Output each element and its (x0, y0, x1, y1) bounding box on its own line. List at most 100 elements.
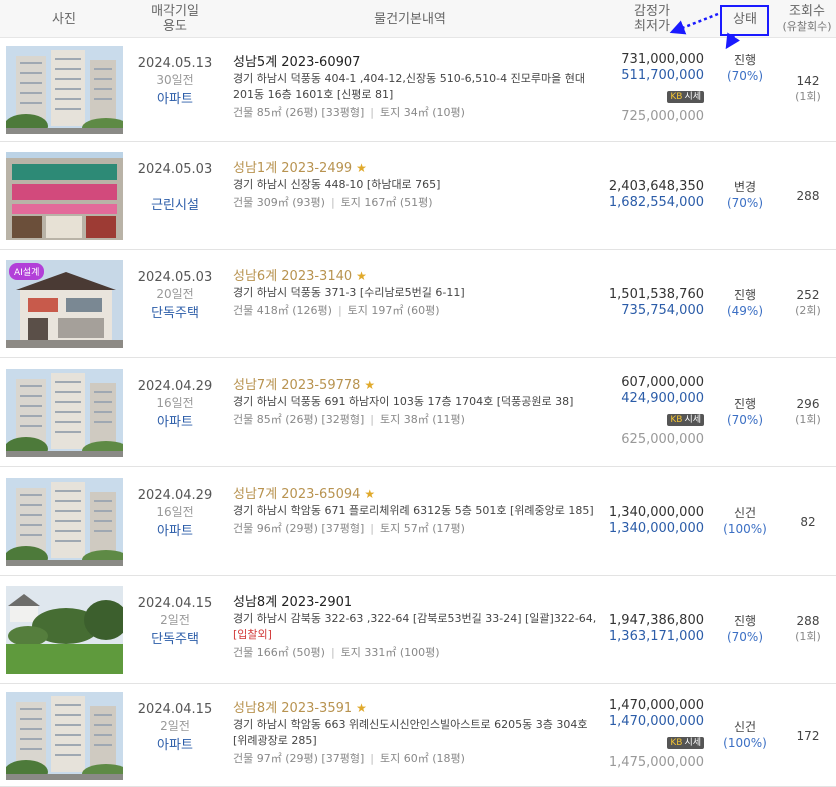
fail-count: (1회) (795, 90, 821, 103)
views-cell: 288 (780, 188, 836, 204)
appraisal-price: 1,470,000,000 (608, 698, 704, 713)
land-area: 토지 60㎡ (18평) (379, 752, 465, 765)
days-ago (128, 178, 222, 194)
address: 경기 하남시 학암동 671 플로리체위례 6312동 5층 501호 [위례중… (233, 504, 594, 517)
case-number-link[interactable]: 성남8계 2023-2901 (233, 594, 598, 611)
table-row[interactable]: 2024.04.15 2일전 단독주택 성남8계 2023-2901 경기 하남시 감북… (0, 576, 836, 684)
status-label: 진행 (733, 397, 757, 411)
market-price: 725,000,000 (621, 109, 704, 124)
appraisal-price: 1,340,000,000 (608, 505, 704, 520)
star-icon: ★ (364, 487, 376, 501)
price-cell: 1,340,000,000 1,340,000,000 (600, 505, 704, 537)
appraisal-price: 607,000,000 (621, 375, 704, 390)
header-views[interactable]: 조회수 (유찰회수) (778, 0, 836, 38)
header-sale-date[interactable]: 매각기일 용도 (128, 0, 222, 38)
table-row[interactable]: 2024.04.29 16일전 아파트 성남7계 2023-65094 ★ 경기 하남시 … (0, 467, 836, 576)
building-area: 건물 97㎡ (29평) [37평형] (233, 752, 365, 765)
case-number-link[interactable]: 성남5계 2023-60907 (233, 54, 598, 71)
days-ago: 20일전 (156, 287, 194, 301)
views-cell: 296 (1회) (780, 396, 836, 428)
address: 경기 하남시 감북동 322-63 ,322-64 [감북로53번길 33-24… (233, 612, 597, 625)
apartment-photo[interactable] (6, 369, 123, 457)
area-info: 건물 166㎡ (50평) | 토지 331㎡ (100평) (233, 646, 440, 659)
land-area: 토지 197㎡ (60평) (347, 304, 440, 317)
sale-date-cell: 2024.04.15 2일전 아파트 (128, 702, 222, 754)
listing-info: 성남8계 2023-2901 경기 하남시 감북동 322-63 ,322-64 … (233, 594, 598, 661)
property-type[interactable]: 아파트 (128, 92, 222, 108)
header-price[interactable]: 감정가 최저가 (600, 0, 704, 38)
building-area: 건물 309㎡ (93평) (233, 196, 325, 209)
status-cell: 진행 (49%) (714, 287, 776, 319)
price-cell: 1,501,538,760 735,754,000 (600, 287, 704, 319)
views-cell: 288 (1회) (780, 613, 836, 645)
apartment-photo[interactable] (6, 478, 123, 566)
table-row[interactable]: 2024.04.15 2일전 아파트 성남8계 2023-3591 ★ 경기 하남시 학암… (0, 684, 836, 787)
view-count: 288 (796, 614, 820, 628)
table-row[interactable]: 2024.04.29 16일전 아파트 성남7계 2023-59778 ★ 경기 하남시 … (0, 358, 836, 467)
market-price: 625,000,000 (621, 432, 704, 447)
sale-date: 2024.04.15 (137, 702, 213, 717)
status-cell: 진행 (70%) (714, 52, 776, 84)
status-cell: 신건 (100%) (714, 505, 776, 537)
price-cell: 1,470,000,000 1,470,000,000 KB 시세 1,475,000,… (600, 698, 704, 771)
case-number-link[interactable]: 성남7계 2023-65094 ★ (233, 486, 598, 503)
sale-date-cell: 2024.04.15 2일전 단독주택 (128, 596, 222, 648)
status-label: 진행 (733, 53, 757, 67)
appraisal-price: 1,501,538,760 (608, 287, 704, 302)
appraisal-price: 731,000,000 (621, 52, 704, 67)
area-info: 건물 418㎡ (126평) | 토지 197㎡ (60평) (233, 304, 440, 317)
price-ratio: (100%) (723, 522, 767, 536)
property-type[interactable]: 아파트 (128, 524, 222, 540)
price-cell: 731,000,000 511,700,000 KB 시세 725,000,000 (600, 52, 704, 125)
property-type[interactable]: 근린시설 (128, 198, 222, 214)
status-highlight-box (720, 5, 769, 36)
minimum-price: 735,754,000 (621, 303, 704, 318)
market-price-button[interactable]: KB 시세 (667, 91, 704, 103)
house-photo[interactable]: AI설계 (6, 260, 123, 348)
apartment-photo[interactable] (6, 692, 123, 780)
view-count: 142 (796, 74, 820, 88)
address: 경기 하남시 덕풍동 691 하남자이 103동 17층 1704호 [덕풍공원… (233, 395, 574, 408)
header-info: 물건기본내역 (374, 11, 446, 27)
area-info: 건물 96㎡ (29평) [37평형] | 토지 57㎡ (17평) (233, 522, 465, 535)
property-type[interactable]: 단독주택 (128, 632, 222, 648)
land-area: 토지 167㎡ (51평) (340, 196, 433, 209)
table-row[interactable]: AI설계 2024.05.03 20일전 단독주택 성남6계 2023-3140 ★ 경기 … (0, 250, 836, 358)
appraisal-price: 1,947,386,800 (608, 613, 704, 628)
minimum-price: 1,470,000,000 (608, 714, 704, 729)
property-type[interactable]: 단독주택 (128, 306, 222, 322)
area-info: 건물 97㎡ (29평) [37평형] | 토지 60㎡ (18평) (233, 752, 465, 765)
days-ago: 30일전 (156, 73, 194, 87)
listing-info: 성남5계 2023-60907 경기 하남시 덕풍동 404-1 ,404-12,… (233, 54, 598, 121)
star-icon: ★ (356, 161, 367, 175)
price-ratio: (100%) (723, 736, 767, 750)
sale-date-cell: 2024.04.29 16일전 아파트 (128, 379, 222, 431)
house-garden-photo[interactable] (6, 586, 123, 674)
sale-date-cell: 2024.05.13 30일전 아파트 (128, 56, 222, 108)
market-price-button[interactable]: KB 시세 (667, 414, 704, 426)
case-number-link[interactable]: 성남7계 2023-59778 ★ (233, 377, 598, 394)
market-price-button[interactable]: KB 시세 (667, 737, 704, 749)
commercial-building-photo[interactable] (6, 152, 123, 240)
status-cell: 신건 (100%) (714, 719, 776, 751)
property-type[interactable]: 아파트 (128, 415, 222, 431)
days-ago: 16일전 (156, 396, 194, 410)
apartment-photo[interactable] (6, 46, 123, 134)
building-area: 건물 85㎡ (26평) [33평형] (233, 106, 365, 119)
price-ratio: (70%) (726, 413, 764, 427)
price-cell: 2,403,648,350 1,682,554,000 (600, 179, 704, 211)
building-area: 건물 85㎡ (26평) [32평형] (233, 413, 365, 426)
area-info: 건물 85㎡ (26평) [32평형] | 토지 38㎡ (11평) (233, 413, 465, 426)
table-header: 사진 매각기일 용도 물건기본내역 감정가 최저가 상태 조회수 (유찰회수) (0, 0, 836, 38)
table-row[interactable]: 2024.05.13 30일전 아파트 성남5계 2023-60907 경기 하남시 덕… (0, 38, 836, 142)
sale-date-cell: 2024.04.29 16일전 아파트 (128, 488, 222, 540)
property-type[interactable]: 아파트 (128, 738, 222, 754)
case-number-link[interactable]: 성남8계 2023-3591 ★ (233, 700, 598, 717)
table-row[interactable]: 2024.05.03 근린시설 성남1계 2023-2499 ★ 경기 하남시 신장동 … (0, 142, 836, 250)
fail-count: (1회) (795, 413, 821, 426)
listing-info: 성남6계 2023-3140 ★ 경기 하남시 덕풍동 371-3 [수리남로5번길… (233, 268, 598, 319)
case-number-link[interactable]: 성남1계 2023-2499 ★ (233, 160, 598, 177)
land-area: 토지 38㎡ (11평) (379, 413, 465, 426)
sale-date-cell: 2024.05.03 근린시설 (128, 162, 222, 214)
case-number-link[interactable]: 성남6계 2023-3140 ★ (233, 268, 598, 285)
